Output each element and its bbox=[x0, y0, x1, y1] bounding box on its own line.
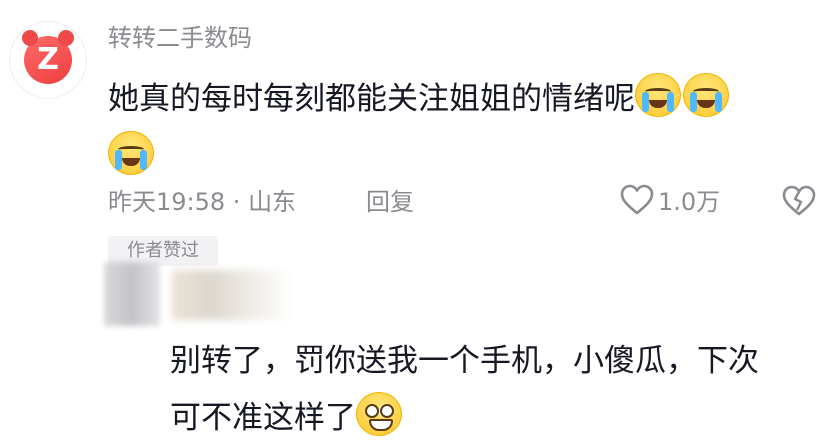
loudly-crying-face-icon bbox=[635, 73, 681, 117]
reply-text-line1: 别转了，罚你送我一个手机，小傻瓜，下次 bbox=[170, 343, 759, 379]
loudly-crying-face-icon bbox=[683, 73, 729, 117]
reply-text-line2: 可不准这样了 bbox=[170, 400, 356, 436]
broken-heart-icon[interactable] bbox=[782, 185, 816, 217]
comment-location: 山东 bbox=[248, 188, 297, 216]
comment-time: 昨天19:58 bbox=[108, 188, 226, 216]
brand-logo-letter: Z bbox=[37, 42, 59, 77]
reply-button[interactable]: 回复 bbox=[366, 182, 414, 217]
reply-avatar-blurred bbox=[104, 262, 160, 326]
comment-username[interactable]: 转转二手数码 bbox=[108, 18, 252, 53]
loudly-crying-face-icon bbox=[108, 131, 154, 175]
reply-username-blurred bbox=[172, 270, 292, 320]
reply-text: 别转了，罚你送我一个手机，小傻瓜，下次 可不准这样了 bbox=[170, 333, 820, 447]
comment-text-content: 她真的每时每刻都能关注姐姐的情绪呢 bbox=[108, 81, 635, 117]
grinning-face-icon bbox=[356, 392, 402, 436]
comment-text: 她真的每时每刻都能关注姐姐的情绪呢 bbox=[108, 70, 798, 186]
brand-logo-icon: Z bbox=[22, 30, 74, 84]
like-button[interactable]: 1.0万 bbox=[620, 182, 720, 217]
comment-meta: 昨天19:58 · 山东 bbox=[108, 182, 296, 217]
avatar[interactable]: Z bbox=[9, 21, 87, 99]
like-count: 1.0万 bbox=[658, 188, 721, 216]
heart-icon bbox=[620, 184, 654, 214]
meta-separator: · bbox=[225, 188, 249, 216]
